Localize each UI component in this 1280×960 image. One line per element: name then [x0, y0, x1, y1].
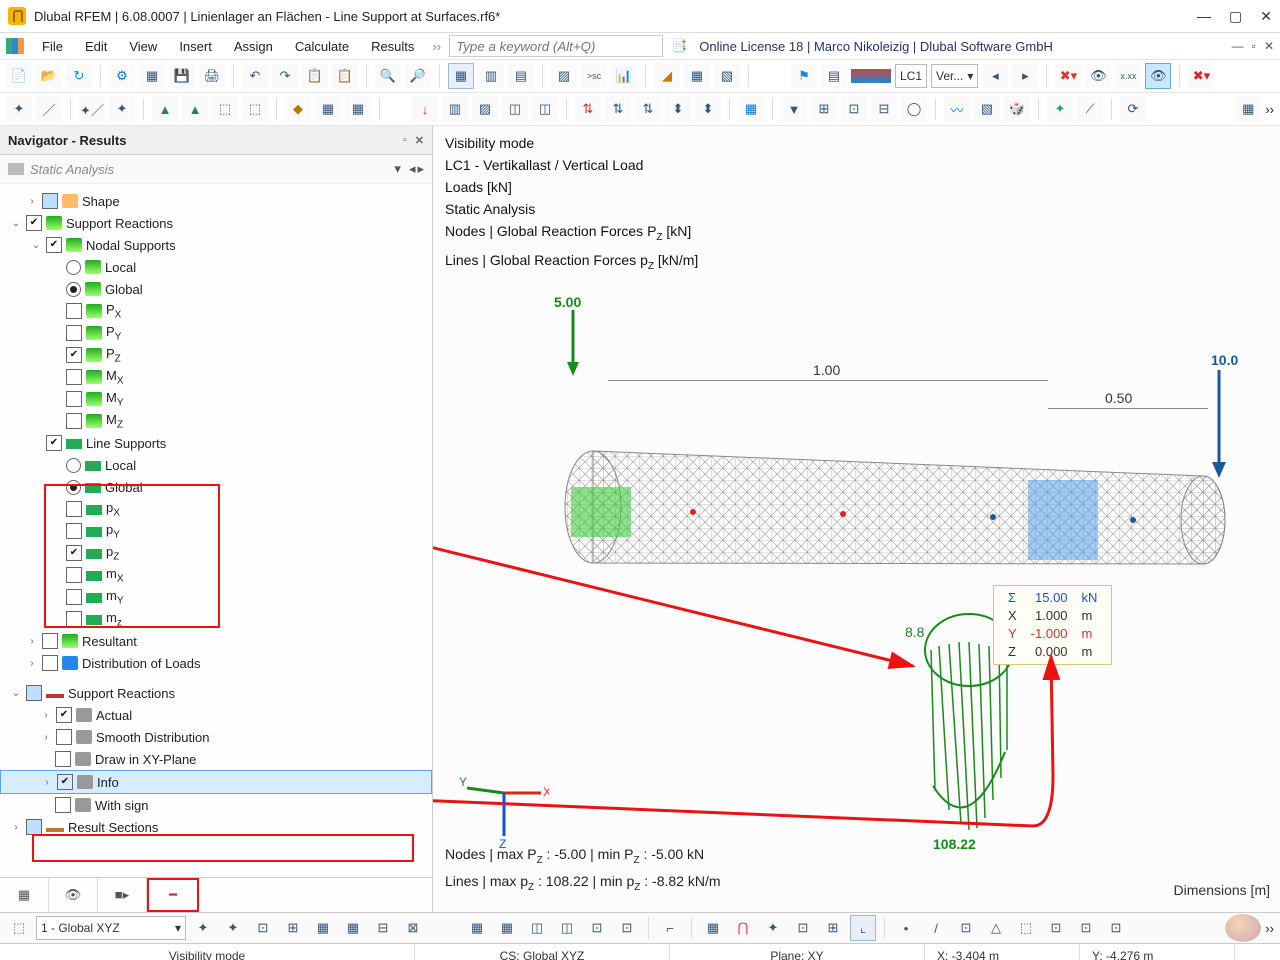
viewport[interactable]: Visibility mode LC1 - Vertikallast / Ver…: [433, 126, 1280, 912]
value-reac-bot: 108.22: [933, 836, 976, 852]
gear-icon[interactable]: ⚙: [109, 63, 135, 89]
tab-eye[interactable]: 👁: [49, 878, 98, 912]
minimize-button[interactable]: —: [1197, 8, 1211, 25]
annotation-box-1: [44, 484, 220, 628]
svg-text:X: X: [543, 785, 549, 799]
info-box: Σ15.00kNX1.000mY-1.000mZ0.000m: [993, 585, 1112, 665]
search-input[interactable]: [449, 35, 663, 57]
menu-view[interactable]: View: [119, 37, 167, 56]
app-icon: [8, 7, 26, 25]
print-icon[interactable]: 🖨: [199, 63, 225, 89]
undock-icon[interactable]: ▫: [403, 134, 407, 147]
lc-name-combo[interactable]: Ver... ▾: [931, 64, 978, 88]
value-force: 10.0: [1211, 352, 1238, 368]
redo-icon[interactable]: ↷: [272, 63, 298, 89]
value-dim2: 0.50: [1105, 390, 1132, 406]
menu-more[interactable]: ››: [432, 39, 441, 54]
avatar[interactable]: [1225, 914, 1261, 942]
tab-camera[interactable]: ■▸: [98, 878, 147, 912]
value-dim1: 1.00: [813, 362, 840, 378]
new-icon[interactable]: 📄: [6, 63, 32, 89]
menu-bar: File Edit View Insert Assign Calculate R…: [0, 33, 1280, 60]
toolbar-1: 📄 📂 ↻ ⚙ ▦ 💾 🖨 ↶ ↷ 📋 📋 🔍 🔎 ▦ ▥ ▤ ▨ >sc 📊 …: [0, 60, 1280, 93]
save-icon[interactable]: 💾: [169, 63, 195, 89]
menu-insert[interactable]: Insert: [169, 37, 222, 56]
refresh-icon[interactable]: ↻: [66, 63, 92, 89]
menu-assign[interactable]: Assign: [224, 37, 283, 56]
close-button[interactable]: ✕: [1260, 8, 1272, 25]
analysis-combo[interactable]: Static Analysis: [30, 162, 114, 177]
lc-combo[interactable]: LC1: [895, 64, 927, 88]
menu-calculate[interactable]: Calculate: [285, 37, 359, 56]
axis-gizmo: X Y Z: [459, 758, 549, 848]
dimensions-label: Dimensions [m]: [1174, 882, 1270, 898]
license-label: Online License 18 | Marco Nikoleizig | D…: [699, 39, 1053, 54]
summary-text: Nodes | max PZ : -5.00 | min PZ : -5.00 …: [445, 844, 721, 898]
panel-tabs: ▦ 👁 ■▸ ━: [0, 877, 432, 912]
model-cylinder: [543, 432, 1243, 622]
logo-icon: [6, 38, 24, 54]
tab-data[interactable]: ▦: [0, 878, 49, 912]
navigator-panel: Navigator - Results ▫✕ Static Analysis ▾…: [0, 126, 433, 912]
menu-file[interactable]: File: [32, 37, 73, 56]
tab-results[interactable]: ━: [147, 878, 199, 912]
overlay-text: Visibility mode LC1 - Vertikallast / Ver…: [445, 132, 698, 278]
panel-title: Navigator - Results: [8, 133, 126, 148]
svg-text:Y: Y: [459, 775, 467, 789]
window-title: Dlubal RFEM | 6.08.0007 | Linienlager an…: [34, 9, 1197, 24]
open-icon[interactable]: 📂: [36, 63, 62, 89]
title-bar: Dlubal RFEM | 6.08.0007 | Linienlager an…: [0, 0, 1280, 33]
menu-results[interactable]: Results: [361, 37, 424, 56]
panel-close-icon[interactable]: ✕: [415, 134, 424, 147]
undo-icon[interactable]: ↶: [242, 63, 268, 89]
grid-icon[interactable]: ▦: [139, 63, 165, 89]
magnet-icon[interactable]: ⋂: [730, 915, 756, 941]
status-bar: Visibility mode CS: Global XYZ Plane: XY…: [0, 943, 1280, 960]
menu-edit[interactable]: Edit: [75, 37, 117, 56]
value-load: 5.00: [554, 294, 581, 310]
cs-combo[interactable]: 1 - Global XYZ▾: [36, 916, 186, 940]
filter-icon[interactable]: ▼: [781, 96, 807, 122]
annotation-box-2: [32, 834, 414, 862]
bottom-toolbar: ⬚ 1 - Global XYZ▾ ✦✦ ⊡⊞ ▦▦ ⊟⊠ ▦▦ ◫◫ ⊡⊡ ⌐…: [0, 912, 1280, 943]
gradient-icon[interactable]: [851, 69, 891, 83]
maximize-button[interactable]: ▢: [1229, 8, 1242, 25]
results-tree[interactable]: ›Shape ⌄Support Reactions ⌄Nodal Support…: [0, 184, 432, 877]
toolbar-2: ✦／ ✦／✦ ▲ ▲ ⬚⬚ ◆ ▦▦ ↓ ▥▨ ◫◫ ⇅ ⇅⇅ ⬍⬍ ▦ ▼ ⊞…: [0, 93, 1280, 126]
flag-icon[interactable]: ⚑: [791, 63, 817, 89]
